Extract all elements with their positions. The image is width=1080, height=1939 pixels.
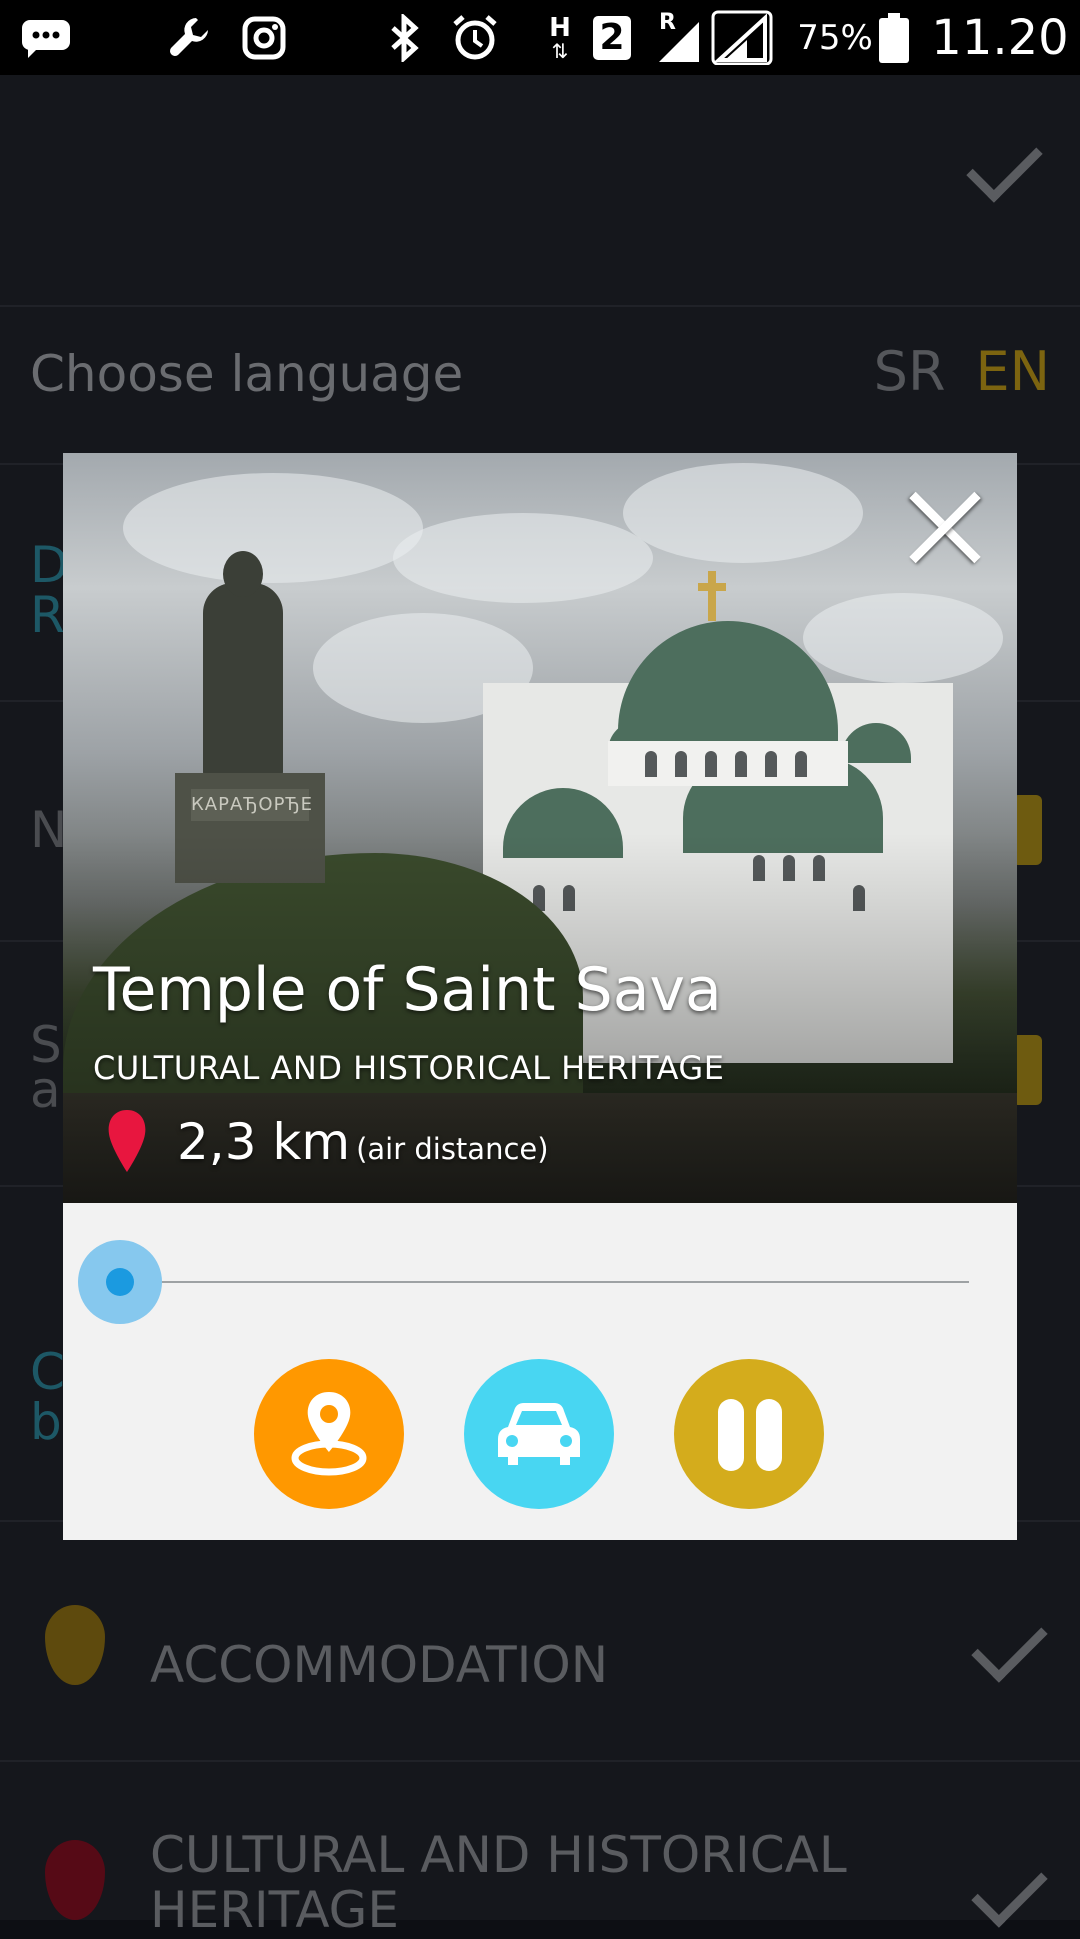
statue-plaque: КАРАЂОРЂЕ (191, 789, 312, 821)
choose-language-label: Choose language (30, 345, 464, 403)
status-bar: H ⇅ 2 R 75% 11.20 (0, 0, 1080, 75)
row-r-fragment: R (30, 586, 65, 644)
network-type: H ⇅ (549, 12, 571, 63)
pause-button[interactable] (674, 1359, 824, 1509)
bluetooth-icon (385, 10, 425, 65)
lang-en[interactable]: EN (975, 340, 1050, 403)
divider (0, 1760, 1080, 1762)
row-c-fragment: C (30, 1343, 65, 1401)
language-switch[interactable]: SR EN (874, 340, 1050, 403)
audio-progress-thumb[interactable] (106, 1268, 134, 1296)
sim-badge: 2 (592, 10, 632, 65)
distance-value: 2,3 km (air distance) (177, 1113, 549, 1171)
confirm-check-icon[interactable] (966, 126, 1043, 203)
clock: 11.20 (931, 9, 1069, 66)
place-dialog: КАРАЂОРЂЕ Temple of Saint Sava CULTURAL … (63, 453, 1017, 1540)
lang-sr[interactable]: SR (874, 340, 946, 403)
heritage-check-icon[interactable] (971, 1851, 1048, 1928)
signal-icon: R (655, 10, 775, 65)
category-heritage-line2[interactable]: HERITAGE (150, 1885, 399, 1935)
map-location-button[interactable] (254, 1359, 404, 1509)
row-a-fragment: a (30, 1061, 61, 1119)
alarm-icon (450, 10, 500, 65)
row-b-fragment: b (30, 1393, 62, 1451)
pause-icon-left (718, 1399, 744, 1471)
category-heritage-line1[interactable]: CULTURAL AND HISTORICAL (150, 1830, 847, 1880)
battery-percent: 75% (797, 17, 873, 58)
accommodation-check-icon[interactable] (971, 1606, 1048, 1683)
distance-note: (air distance) (356, 1132, 549, 1166)
heritage-pin-icon (45, 1840, 105, 1920)
row-n-fragment: N (30, 801, 68, 859)
location-pin-icon (108, 1110, 146, 1172)
close-icon[interactable] (905, 487, 985, 567)
accommodation-pin-icon (45, 1605, 105, 1685)
language-row (0, 305, 1080, 307)
chat-icon (20, 10, 72, 65)
wrench-icon (165, 10, 215, 65)
place-category: CULTURAL AND HISTORICAL HERITAGE (93, 1049, 725, 1087)
car-icon (498, 1403, 580, 1465)
category-accommodation[interactable]: ACCOMMODATION (150, 1640, 608, 1690)
place-photo: КАРАЂОРЂЕ Temple of Saint Sava CULTURAL … (63, 453, 1017, 1203)
audio-progress-track[interactable] (121, 1281, 969, 1283)
instagram-icon (240, 10, 288, 65)
map-pin-icon (291, 1392, 367, 1476)
place-title: Temple of Saint Sava (93, 955, 722, 1025)
car-directions-button[interactable] (464, 1359, 614, 1509)
pause-icon-right (756, 1399, 782, 1471)
distance-km: 2,3 km (177, 1113, 351, 1171)
battery-icon (877, 10, 911, 65)
